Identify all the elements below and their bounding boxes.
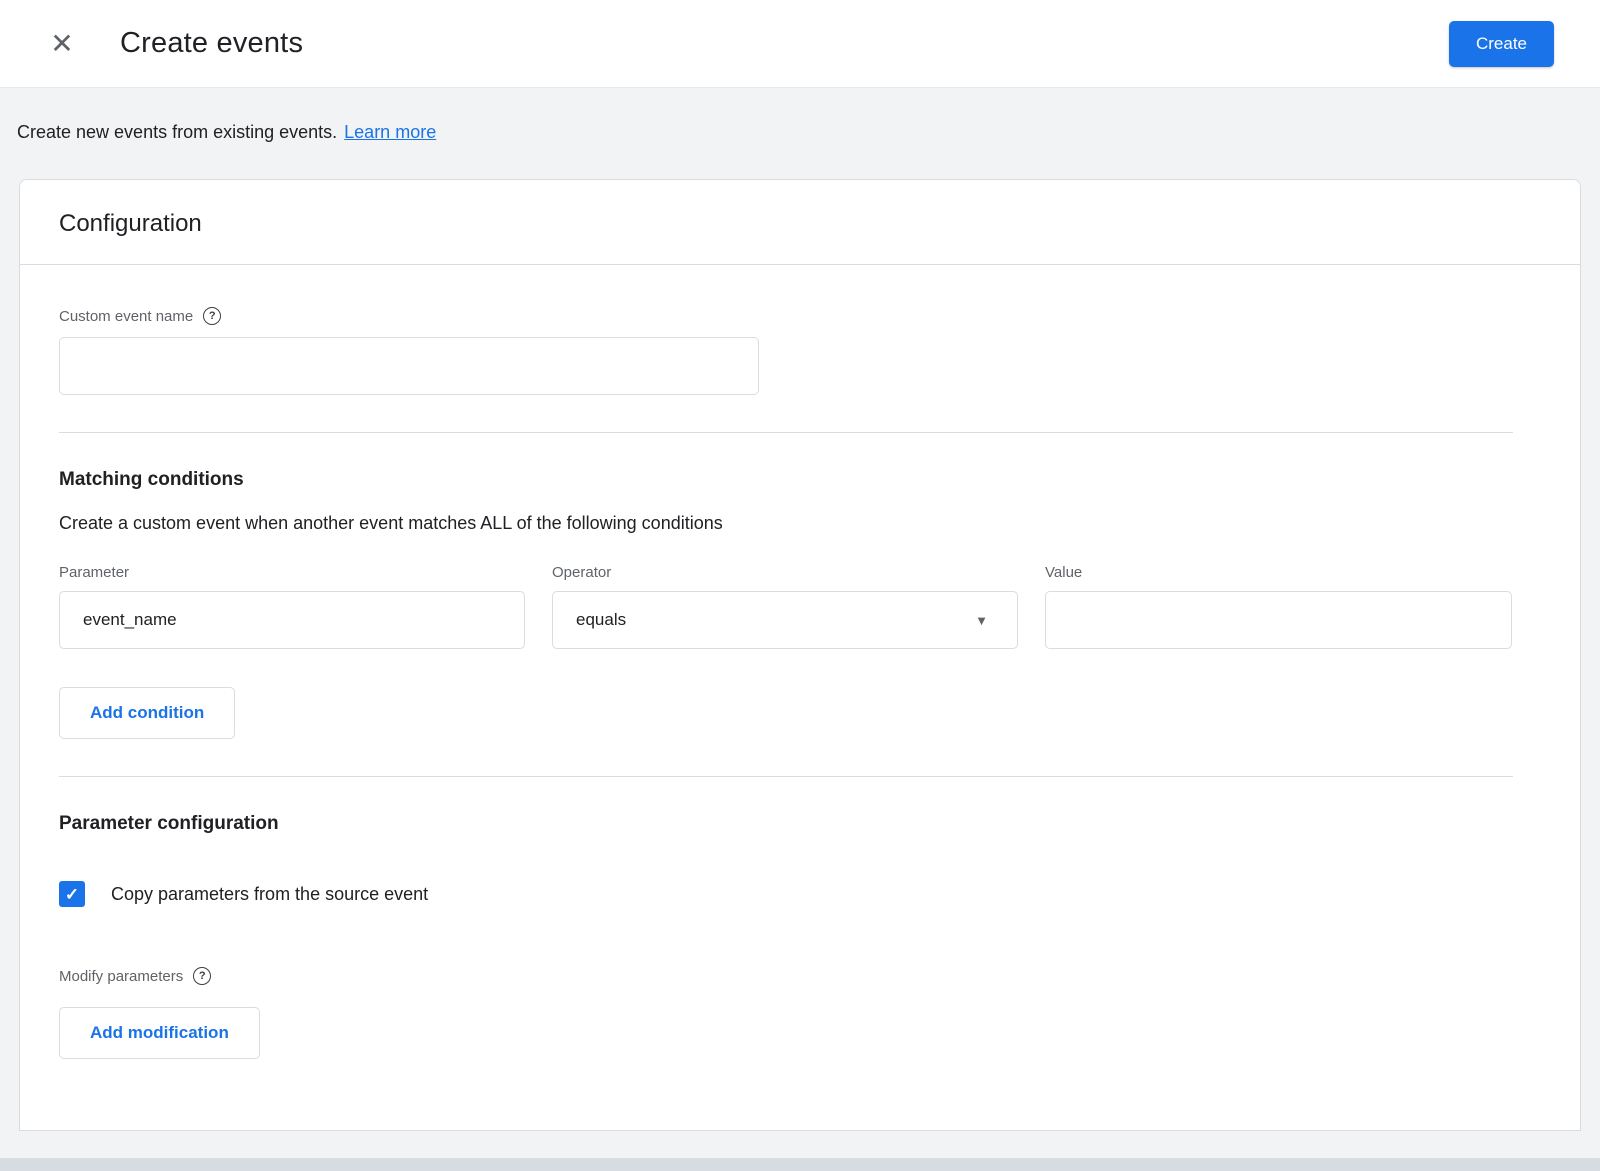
parameter-column: Parameter — [59, 564, 525, 649]
matching-conditions-title: Matching conditions — [59, 469, 244, 490]
value-column: Value — [1045, 564, 1512, 649]
operator-column-label: Operator — [552, 564, 612, 581]
parameter-input[interactable] — [59, 591, 525, 649]
condition-row: Parameter Operator equals ▼ Value — [59, 564, 1512, 649]
custom-event-name-input[interactable] — [59, 337, 759, 395]
copy-parameters-checkbox[interactable]: ✓ — [59, 881, 85, 907]
parameter-column-label: Parameter — [59, 564, 130, 581]
value-input[interactable] — [1045, 591, 1512, 649]
bottom-strip — [0, 1158, 1600, 1171]
divider — [59, 776, 1513, 777]
custom-event-name-label: Custom event name — [59, 307, 194, 325]
parameter-configuration-title: Parameter configuration — [59, 813, 279, 834]
configuration-card: Configuration Custom event name ? Matchi… — [19, 179, 1581, 1131]
check-icon: ✓ — [64, 884, 80, 904]
copy-parameters-label: Copy parameters from the source event — [111, 883, 429, 904]
add-condition-button[interactable]: Add condition — [59, 687, 236, 739]
add-modification-button[interactable]: Add modification — [59, 1007, 260, 1059]
modify-parameters-label-row: Modify parameters ? — [59, 967, 1541, 985]
help-icon[interactable]: ? — [193, 967, 212, 985]
create-button[interactable]: Create — [1448, 20, 1554, 67]
modify-parameters-label: Modify parameters — [59, 967, 184, 985]
help-icon[interactable]: ? — [203, 307, 222, 325]
page-title: Create events — [120, 27, 304, 59]
dialog-header: ✕ Create events Create — [0, 0, 1600, 88]
value-column-label: Value — [1045, 564, 1083, 581]
learn-more-link[interactable]: Learn more — [344, 122, 436, 142]
operator-select[interactable]: equals ▼ — [552, 591, 1018, 649]
matching-conditions-description: Create a custom event when another event… — [59, 513, 723, 533]
intro-text: Create new events from existing events. — [17, 122, 338, 142]
copy-parameters-row[interactable]: ✓ Copy parameters from the source event — [59, 881, 1541, 907]
operator-column: Operator equals ▼ — [552, 564, 1018, 649]
custom-event-name-label-row: Custom event name ? — [59, 307, 1541, 325]
intro-line: Create new events from existing events. L… — [17, 122, 1600, 143]
card-body: Custom event name ? Matching conditions … — [20, 265, 1580, 1059]
operator-selected-value: equals — [576, 610, 627, 629]
configuration-title: Configuration — [59, 210, 202, 237]
chevron-down-icon: ▼ — [975, 612, 988, 628]
card-header: Configuration — [20, 180, 1580, 265]
close-icon[interactable]: ✕ — [44, 29, 80, 58]
divider — [59, 432, 1513, 433]
